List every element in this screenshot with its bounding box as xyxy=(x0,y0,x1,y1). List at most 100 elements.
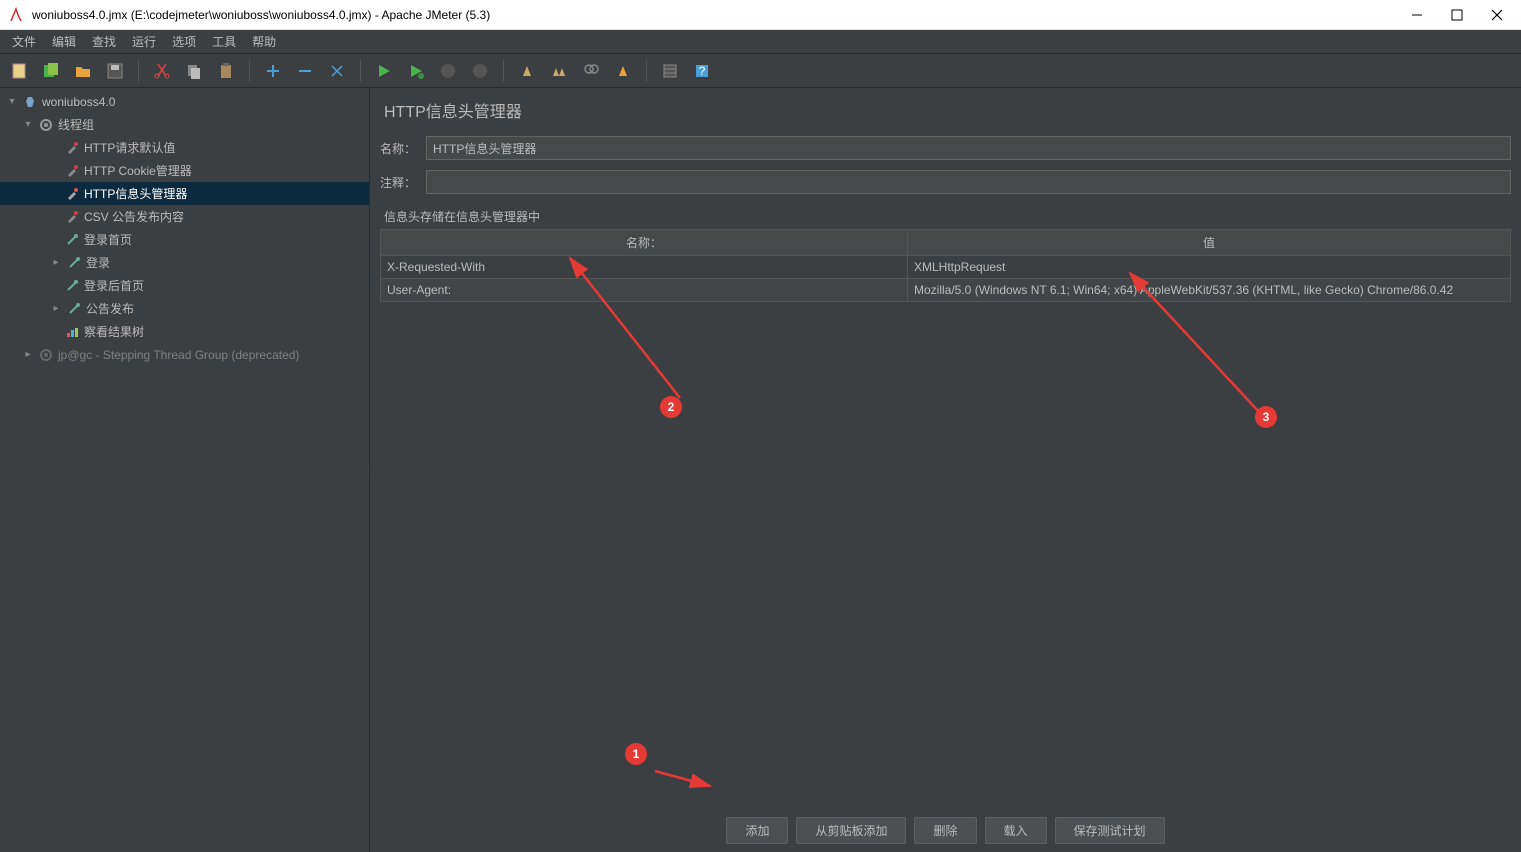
chevron-right-icon[interactable]: ▸ xyxy=(50,303,62,314)
header-name-cell[interactable]: X-Requested-With xyxy=(381,256,908,278)
header-name-cell[interactable]: User-Agent: xyxy=(381,279,908,301)
name-input[interactable] xyxy=(426,136,1511,160)
templates-icon[interactable] xyxy=(38,58,64,84)
chevron-right-icon[interactable]: ▸ xyxy=(22,349,34,360)
menu-search[interactable]: 查找 xyxy=(84,31,124,52)
menu-help[interactable]: 帮助 xyxy=(244,31,284,52)
editor-panel: HTTP信息头管理器 名称： 注释： 信息头存储在信息头管理器中 名称： 值 X… xyxy=(370,88,1521,852)
maximize-button[interactable] xyxy=(1449,7,1465,23)
load-button[interactable]: 载入 xyxy=(985,817,1047,844)
tree-label: 察看结果树 xyxy=(84,323,144,340)
table-row[interactable]: User-Agent: Mozilla/5.0 (Windows NT 6.1;… xyxy=(381,278,1510,301)
tree-label: 登录后首页 xyxy=(84,277,144,294)
gear-icon xyxy=(38,117,54,133)
name-label: 名称： xyxy=(380,140,426,157)
toolbar: ? xyxy=(0,54,1521,88)
tree-item-header-manager[interactable]: HTTP信息头管理器 xyxy=(0,182,369,205)
menu-options[interactable]: 选项 xyxy=(164,31,204,52)
clear-icon[interactable] xyxy=(514,58,540,84)
search-icon[interactable] xyxy=(578,58,604,84)
reset-search-icon[interactable] xyxy=(610,58,636,84)
results-tree-icon xyxy=(64,324,80,340)
sampler-icon xyxy=(66,301,82,317)
tree-label: woniuboss4.0 xyxy=(42,95,115,109)
minimize-button[interactable] xyxy=(1409,7,1425,23)
paste-icon[interactable] xyxy=(213,58,239,84)
menu-run[interactable]: 运行 xyxy=(124,31,164,52)
tree-label: HTTP请求默认值 xyxy=(84,139,175,156)
tree-label: CSV 公告发布内容 xyxy=(84,208,184,225)
open-icon[interactable] xyxy=(70,58,96,84)
section-label: 信息头存储在信息头管理器中 xyxy=(384,208,1511,225)
jmeter-app-icon xyxy=(8,7,24,23)
gear-icon xyxy=(38,347,54,363)
add-button[interactable]: 添加 xyxy=(726,817,788,844)
headers-table: 名称： 值 X-Requested-With XMLHttpRequest Us… xyxy=(380,229,1511,302)
test-plan-tree: ▾ woniuboss4.0 ▾ 线程组 HTTP请求默认值 HTTP Cook… xyxy=(0,88,370,852)
header-value-cell[interactable]: XMLHttpRequest xyxy=(908,256,1510,278)
chevron-right-icon[interactable]: ▸ xyxy=(50,257,62,268)
tree-label: 登录首页 xyxy=(84,231,132,248)
menubar: 文件 编辑 查找 运行 选项 工具 帮助 xyxy=(0,30,1521,54)
new-icon[interactable] xyxy=(6,58,32,84)
start-icon[interactable] xyxy=(371,58,397,84)
wrench-icon xyxy=(64,163,80,179)
col-header-name[interactable]: 名称： xyxy=(381,230,908,255)
stop-icon[interactable] xyxy=(435,58,461,84)
svg-text:?: ? xyxy=(699,64,706,78)
close-button[interactable] xyxy=(1489,7,1505,23)
wrench-icon xyxy=(64,186,80,202)
comment-label: 注释： xyxy=(380,174,426,191)
menu-tools[interactable]: 工具 xyxy=(204,31,244,52)
wrench-icon xyxy=(64,140,80,156)
titlebar: woniuboss4.0.jmx (E:\codejmeter\woniubos… xyxy=(0,0,1521,30)
shutdown-icon[interactable] xyxy=(467,58,493,84)
tree-label: HTTP信息头管理器 xyxy=(84,185,187,202)
copy-icon[interactable] xyxy=(181,58,207,84)
header-value-cell[interactable]: Mozilla/5.0 (Windows NT 6.1; Win64; x64)… xyxy=(908,279,1510,301)
tree-label: HTTP Cookie管理器 xyxy=(84,162,192,179)
chevron-down-icon[interactable]: ▾ xyxy=(22,119,34,130)
expand-icon[interactable] xyxy=(260,58,286,84)
chevron-down-icon[interactable]: ▾ xyxy=(6,96,18,107)
col-header-value[interactable]: 值 xyxy=(908,230,1510,255)
tree-item-login-home[interactable]: 登录首页 xyxy=(0,228,369,251)
table-row[interactable]: X-Requested-With XMLHttpRequest xyxy=(381,255,1510,278)
window-title: woniuboss4.0.jmx (E:\codejmeter\woniubos… xyxy=(32,8,1409,22)
panel-title: HTTP信息头管理器 xyxy=(384,98,1511,122)
toggle-icon[interactable] xyxy=(324,58,350,84)
collapse-icon[interactable] xyxy=(292,58,318,84)
save-button[interactable]: 保存测试计划 xyxy=(1055,817,1165,844)
testplan-icon xyxy=(22,94,38,110)
sampler-icon xyxy=(64,278,80,294)
menu-edit[interactable]: 编辑 xyxy=(44,31,84,52)
tree-thread-group[interactable]: ▾ 线程组 xyxy=(0,113,369,136)
start-no-timers-icon[interactable] xyxy=(403,58,429,84)
save-icon[interactable] xyxy=(102,58,128,84)
tree-item-csv-data[interactable]: CSV 公告发布内容 xyxy=(0,205,369,228)
function-helper-icon[interactable] xyxy=(657,58,683,84)
tree-item-results-tree[interactable]: 察看结果树 xyxy=(0,320,369,343)
tree-label: jp@gc - Stepping Thread Group (deprecate… xyxy=(58,348,299,362)
comment-input[interactable] xyxy=(426,170,1511,194)
tree-label: 登录 xyxy=(86,254,110,271)
menu-file[interactable]: 文件 xyxy=(4,31,44,52)
tree-item-announcement[interactable]: ▸ 公告发布 xyxy=(0,297,369,320)
cut-icon[interactable] xyxy=(149,58,175,84)
bottom-button-bar: 添加 从剪贴板添加 删除 载入 保存测试计划 xyxy=(380,811,1511,846)
tree-root[interactable]: ▾ woniuboss4.0 xyxy=(0,90,369,113)
sampler-icon xyxy=(66,255,82,271)
tree-item-after-login[interactable]: 登录后首页 xyxy=(0,274,369,297)
tree-label: 公告发布 xyxy=(86,300,134,317)
tree-item-cookie-manager[interactable]: HTTP Cookie管理器 xyxy=(0,159,369,182)
wrench-icon xyxy=(64,209,80,225)
tree-item-login[interactable]: ▸ 登录 xyxy=(0,251,369,274)
add-from-clipboard-button[interactable]: 从剪贴板添加 xyxy=(796,817,906,844)
tree-label: 线程组 xyxy=(58,116,94,133)
delete-button[interactable]: 删除 xyxy=(914,817,976,844)
tree-item-stepping-group[interactable]: ▸ jp@gc - Stepping Thread Group (depreca… xyxy=(0,343,369,366)
help-icon[interactable]: ? xyxy=(689,58,715,84)
sampler-icon xyxy=(64,232,80,248)
tree-item-http-defaults[interactable]: HTTP请求默认值 xyxy=(0,136,369,159)
clear-all-icon[interactable] xyxy=(546,58,572,84)
